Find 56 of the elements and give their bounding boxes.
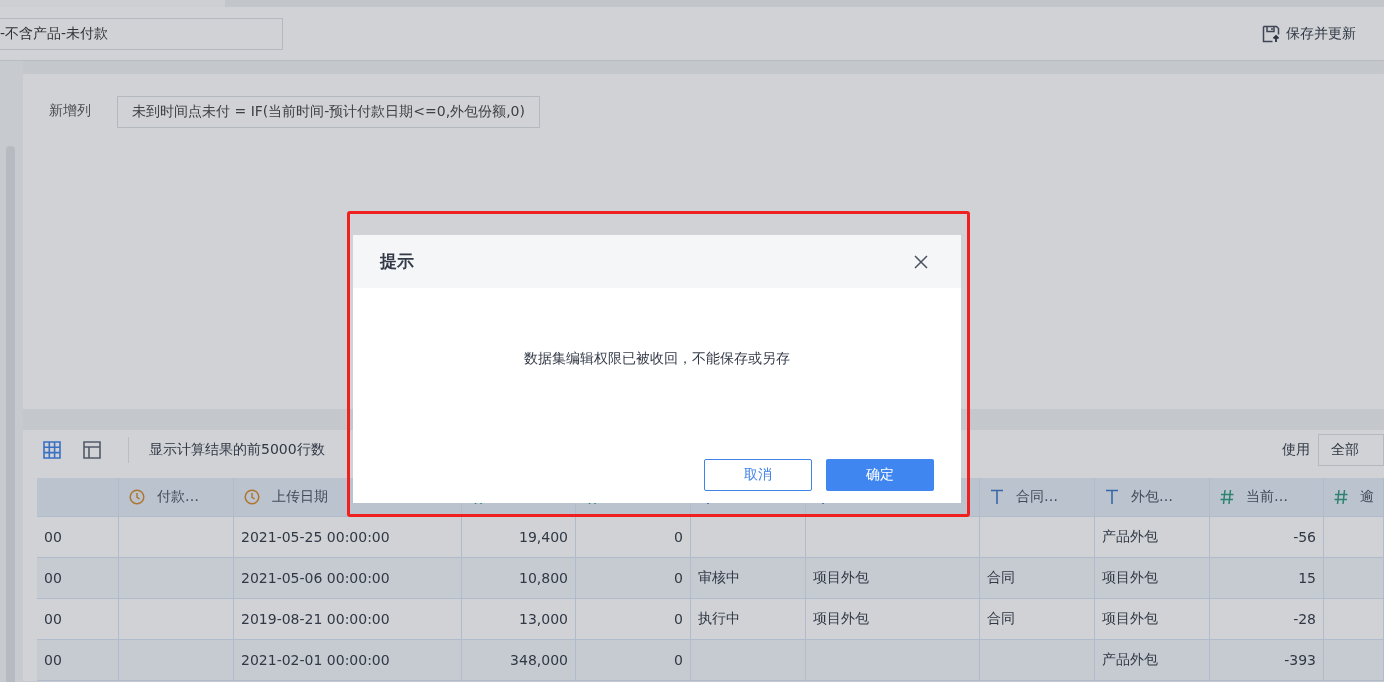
table-cell: 执行中 bbox=[698, 610, 740, 628]
column-header[interactable]: 合同… bbox=[980, 478, 1095, 516]
table-cell: -28 bbox=[1293, 611, 1316, 627]
text-type-icon bbox=[990, 489, 1004, 505]
table-cell: 13,000 bbox=[519, 611, 568, 627]
clock-icon bbox=[129, 489, 145, 505]
table-cell: -393 bbox=[1284, 652, 1316, 668]
table-cell: 2021-02-01 00:00:00 bbox=[241, 652, 390, 668]
save-icon bbox=[1262, 24, 1280, 43]
formula-label: 新增列 bbox=[49, 102, 91, 120]
table-cell: 项目外包 bbox=[813, 610, 869, 628]
close-icon[interactable] bbox=[913, 253, 929, 270]
table-cell: 合同 bbox=[987, 610, 1015, 628]
table-cell: 15 bbox=[1298, 570, 1316, 586]
table-cell: 项目外包 bbox=[1102, 569, 1158, 587]
table-cell: 审核中 bbox=[698, 569, 740, 587]
table-cell: 2019-08-21 00:00:00 bbox=[241, 611, 390, 627]
layout-view-button[interactable] bbox=[83, 440, 103, 460]
number-type-icon bbox=[1220, 489, 1234, 505]
number-type-icon bbox=[1334, 489, 1348, 505]
table-cell: 0 bbox=[674, 652, 683, 668]
cancel-button[interactable]: 取消 bbox=[704, 459, 812, 491]
use-select[interactable]: 全部 bbox=[1318, 434, 1384, 466]
column-header[interactable]: 逾 bbox=[1324, 478, 1384, 516]
table-cell: 00 bbox=[44, 611, 62, 627]
table-cell: 产品外包 bbox=[1102, 528, 1158, 546]
table-cell: 0 bbox=[674, 529, 683, 545]
table-cell: 0 bbox=[674, 611, 683, 627]
save-update-button[interactable]: 保存并更新 bbox=[1262, 24, 1356, 43]
table-cell: 348,000 bbox=[510, 652, 568, 668]
table-cell: 项目外包 bbox=[813, 569, 869, 587]
table-cell: 合同 bbox=[987, 569, 1015, 587]
use-label: 使用 bbox=[1282, 441, 1310, 459]
confirm-button[interactable]: 确定 bbox=[826, 459, 934, 491]
table-cell: -56 bbox=[1293, 529, 1316, 545]
row-limit-note: 显示计算结果的前5000行数 bbox=[149, 441, 325, 459]
table-cell: 00 bbox=[44, 570, 62, 586]
formula-field[interactable]: 未到时间点未付 = IF(当前时间-预计付款日期<=0,外包份额,0) bbox=[117, 96, 540, 128]
column-header[interactable]: 当前… bbox=[1210, 478, 1324, 516]
grid-view-button[interactable] bbox=[43, 440, 63, 460]
table-cell: 0 bbox=[674, 570, 683, 586]
dialog-message: 数据集编辑权限已被收回，不能保存或另存 bbox=[524, 349, 790, 368]
table-cell: 项目外包 bbox=[1102, 610, 1158, 628]
table-cell: 产品外包 bbox=[1102, 651, 1158, 669]
table-cell: 19,400 bbox=[519, 529, 568, 545]
column-header[interactable]: 外包… bbox=[1095, 478, 1210, 516]
clock-icon bbox=[244, 489, 260, 505]
text-type-icon bbox=[1105, 489, 1119, 505]
table-cell: 2021-05-06 00:00:00 bbox=[241, 570, 390, 586]
table-cell: 00 bbox=[44, 652, 62, 668]
name-field[interactable]: -不含产品-未付款 bbox=[0, 17, 283, 50]
table-cell: 00 bbox=[44, 529, 62, 545]
column-header[interactable]: 付款… bbox=[119, 478, 234, 516]
dialog-title: 提示 bbox=[380, 250, 414, 273]
table-cell: 2021-05-25 00:00:00 bbox=[241, 529, 390, 545]
table-cell: 10,800 bbox=[519, 570, 568, 586]
